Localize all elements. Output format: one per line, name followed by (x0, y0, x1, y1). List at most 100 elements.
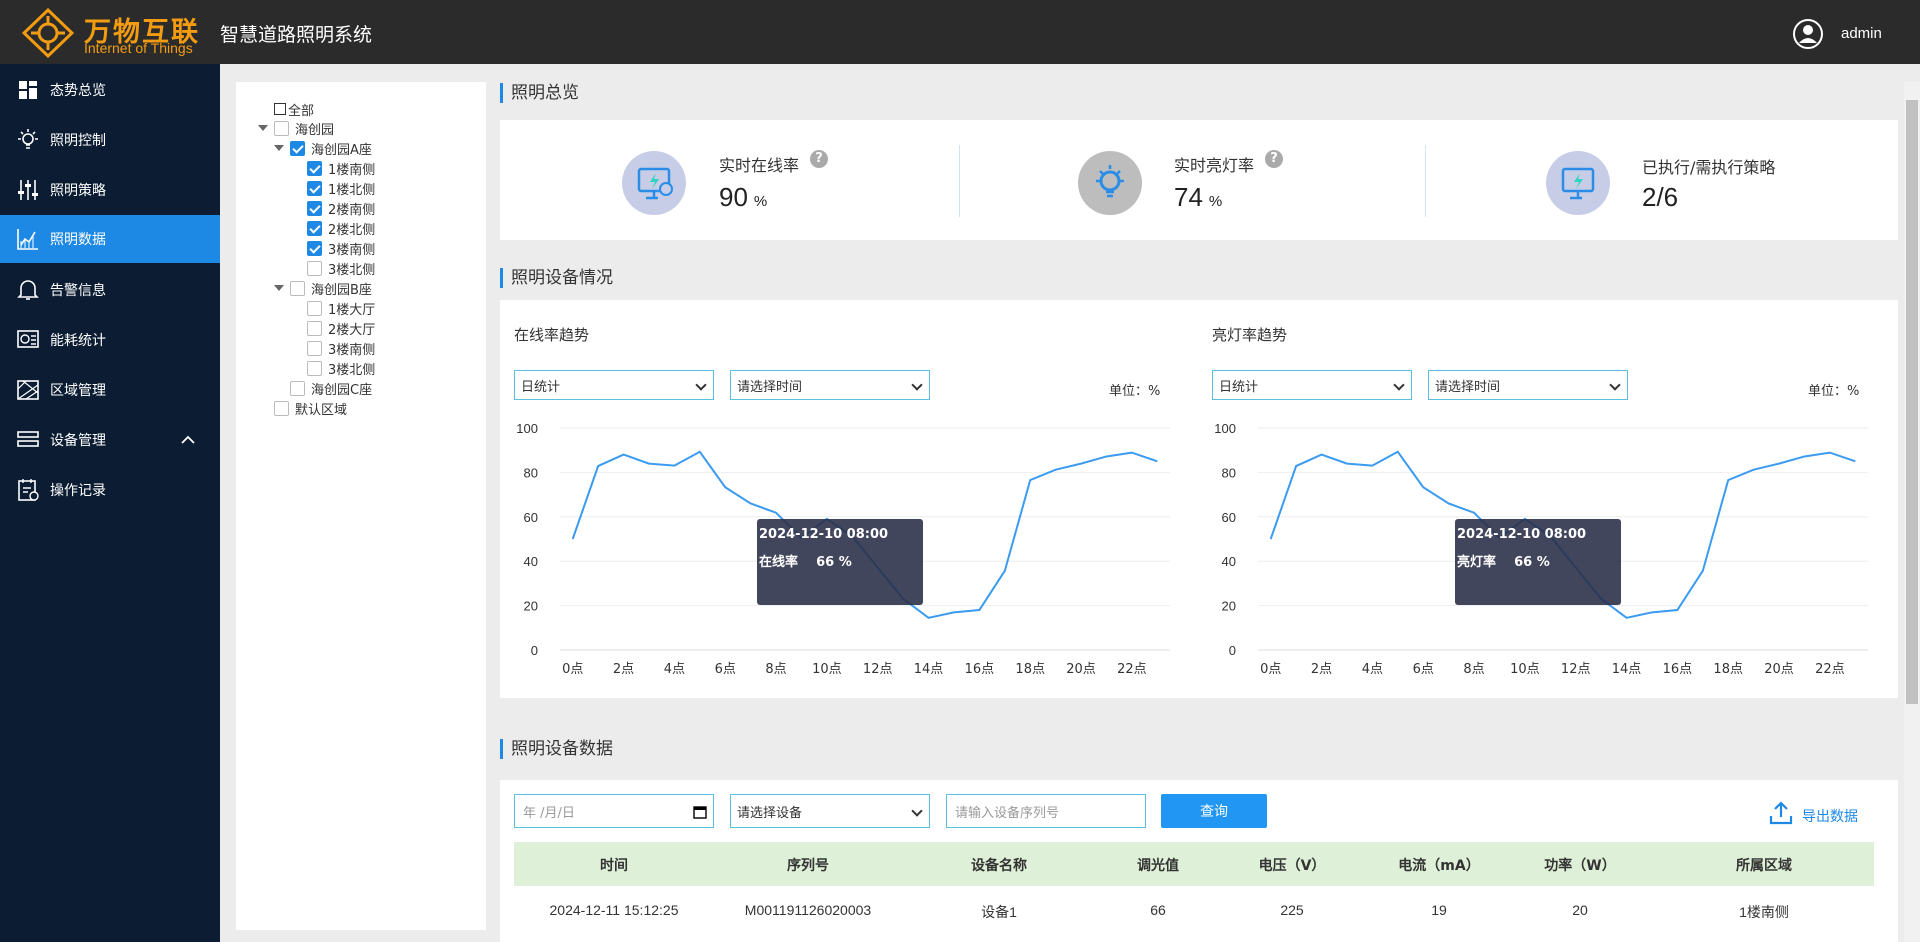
chevron-up-icon[interactable] (180, 432, 196, 448)
device-icon (17, 431, 39, 447)
device-data-panel: 年 /月/日 请选择设备 请输入设备序列号 查询 导出数据 时间 序列号 设备名… (500, 780, 1898, 942)
tree-node-checkbox[interactable] (290, 380, 305, 396)
x-tick-label: 2点 (613, 662, 634, 677)
tree-node-checkbox[interactable] (307, 160, 322, 176)
tree-node-checkbox[interactable] (307, 340, 322, 356)
tree-node[interactable]: 3楼南侧 (291, 238, 375, 258)
overview-card: 实时在线率 ? 90% 实时亮灯率 ? 74% 已执行/需执行策略 2/6 (500, 120, 1898, 240)
y-tick-label: 0 (1229, 643, 1236, 658)
expand-caret-icon[interactable] (274, 285, 284, 291)
cell-power: 20 (1572, 902, 1588, 918)
serial-input[interactable]: 请输入设备序列号 (946, 794, 1146, 828)
scrollbar-thumb[interactable] (1906, 100, 1918, 704)
x-tick-label: 6点 (715, 662, 736, 677)
tree-node-checkbox[interactable] (307, 320, 322, 336)
tree-node[interactable]: 1楼南侧 (291, 158, 375, 178)
lit-time-select[interactable]: 请选择时间 (1428, 370, 1628, 400)
lit-period-select[interactable]: 日统计 (1212, 370, 1412, 400)
tree-node[interactable]: 3楼北侧 (291, 358, 375, 378)
x-tick-label: 20点 (1764, 662, 1794, 677)
sidebar-item-lighting-control[interactable]: 照明控制 (0, 116, 220, 164)
tree-node[interactable]: 2楼大厅 (291, 318, 375, 338)
tree-node[interactable]: 默认区域 (258, 398, 347, 418)
select-value: 日统计 (521, 379, 561, 395)
tree-node-checkbox[interactable] (307, 260, 322, 276)
strategy-badge (1546, 151, 1610, 215)
online-time-select[interactable]: 请选择时间 (730, 370, 930, 400)
date-input[interactable]: 年 /月/日 (514, 794, 714, 828)
expand-caret-icon[interactable] (274, 145, 284, 151)
calendar-icon[interactable] (693, 805, 707, 819)
online-rate-help-icon[interactable]: ? (810, 150, 828, 168)
x-tick-label: 12点 (863, 662, 893, 677)
tree-node-label: 3楼北侧 (328, 362, 376, 378)
x-tick-label: 4点 (664, 662, 685, 677)
tree-node-checkbox[interactable] (290, 140, 305, 156)
user-avatar-icon[interactable] (1792, 18, 1824, 50)
x-tick-label: 2点 (1311, 662, 1332, 677)
tree-node-checkbox[interactable] (274, 120, 289, 136)
sidebar-item-energy[interactable]: 能耗统计 (0, 316, 220, 364)
sidebar-item-label: 操作记录 (50, 483, 106, 499)
query-button[interactable]: 查询 (1161, 794, 1267, 828)
lit-rate-help-icon[interactable]: ? (1265, 150, 1283, 168)
user-name[interactable]: admin (1841, 25, 1882, 42)
tree-node-label: 2楼北侧 (328, 222, 376, 238)
column-header: 电流（mA） (1398, 858, 1480, 874)
online-period-select[interactable]: 日统计 (514, 370, 714, 400)
tree-node-checkbox[interactable] (290, 280, 305, 296)
tree-node[interactable]: 3楼北侧 (291, 258, 375, 278)
top-header: 万物互联 Internet of Things 智慧道路照明系统 admin (0, 0, 1920, 64)
sidebar-item-operation-log[interactable]: 操作记录 (0, 466, 220, 514)
overview-section-title: 照明总览 (500, 83, 579, 103)
tree-node-checkbox[interactable] (274, 400, 289, 416)
monitor-icon (637, 167, 673, 200)
tree-node[interactable]: 3楼南侧 (291, 338, 375, 358)
select-all-checkbox[interactable] (274, 103, 286, 115)
x-tick-label: 16点 (1663, 662, 1693, 677)
x-tick-label: 22点 (1117, 662, 1147, 677)
tree-node-checkbox[interactable] (307, 300, 322, 316)
sidebar-item-lighting-strategy[interactable]: 照明策略 (0, 166, 220, 214)
y-tick-label: 60 (524, 510, 538, 525)
chart-icon (17, 229, 38, 250)
tree-node-checkbox[interactable] (307, 200, 322, 216)
tree-node-checkbox[interactable] (307, 360, 322, 376)
tree-select-all[interactable]: 全部 (274, 99, 314, 119)
tree-node-label: 3楼南侧 (328, 242, 376, 258)
online-rate-value: 90% (719, 182, 767, 213)
tree-node-label: 2楼大厅 (328, 322, 376, 338)
tree-node[interactable]: 海创园A座 (274, 138, 372, 158)
tree-node[interactable]: 1楼北侧 (291, 178, 375, 198)
export-button[interactable]: 导出数据 (1768, 800, 1858, 826)
device-select[interactable]: 请选择设备 (730, 794, 930, 828)
tree-node-label: 1楼南侧 (328, 162, 376, 178)
sidebar-item-devices[interactable]: 设备管理 (0, 416, 220, 464)
x-tick-label: 0点 (562, 662, 583, 677)
x-tick-label: 6点 (1413, 662, 1434, 677)
sidebar-item-overview[interactable]: 态势总览 (0, 66, 220, 114)
table-row[interactable]: 2024-12-11 15:12:25 M001191126020003 设备1… (514, 886, 1874, 930)
sidebar-item-lighting-data[interactable]: 照明数据 (0, 215, 220, 263)
sidebar-item-areas[interactable]: 区域管理 (0, 366, 220, 414)
tree-node[interactable]: 海创园 (258, 118, 334, 138)
log-icon (18, 479, 39, 501)
tree-node-checkbox[interactable] (307, 220, 322, 236)
expand-caret-icon[interactable] (258, 125, 268, 131)
x-tick-label: 14点 (1612, 662, 1642, 677)
tree-node[interactable]: 1楼大厅 (291, 298, 375, 318)
tooltip-time: 2024-12-10 08:00 (759, 527, 889, 542)
x-tick-label: 0点 (1260, 662, 1281, 677)
tree-node-checkbox[interactable] (307, 240, 322, 256)
tree-node[interactable]: 海创园B座 (274, 278, 372, 298)
tooltip-number: 66 % (816, 555, 852, 570)
brand-subtitle: Internet of Things (84, 40, 193, 56)
y-tick-label: 0 (531, 643, 538, 658)
tree-node-checkbox[interactable] (307, 180, 322, 196)
lit-rate-badge (1078, 151, 1142, 215)
sidebar-item-alarms[interactable]: 告警信息 (0, 266, 220, 314)
column-header: 时间 (600, 858, 628, 874)
tree-node[interactable]: 海创园C座 (274, 378, 372, 398)
tree-node[interactable]: 2楼北侧 (291, 218, 375, 238)
tree-node[interactable]: 2楼南侧 (291, 198, 375, 218)
